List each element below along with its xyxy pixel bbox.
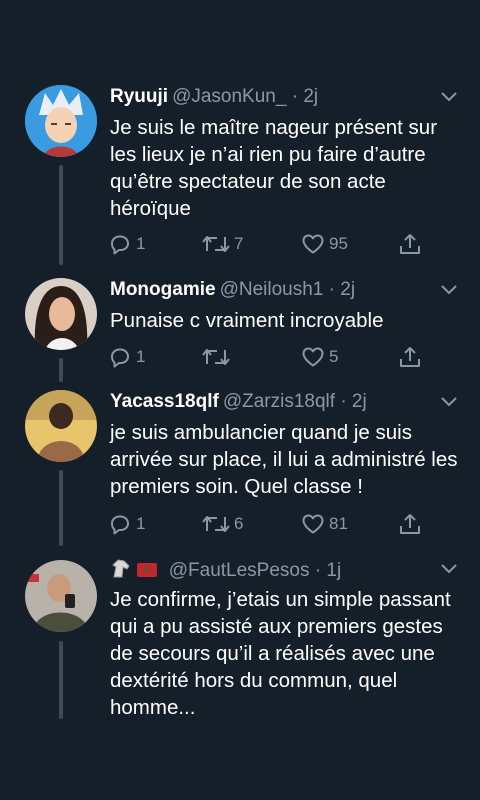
chevron-down-icon[interactable] [440, 91, 458, 103]
display-name[interactable] [110, 559, 157, 580]
chevron-down-icon[interactable] [440, 396, 458, 408]
tweet-actions: 1 7 95 [108, 231, 438, 257]
username[interactable]: @FautLesPesos [169, 560, 310, 581]
reply-button[interactable]: 1 [108, 231, 145, 257]
like-button[interactable]: 81 [301, 511, 348, 537]
display-name[interactable]: Yacass18qlf [110, 391, 219, 412]
retweet-button[interactable]: 7 [202, 231, 243, 257]
share-button[interactable] [398, 344, 422, 370]
tweet-header: Ryuuji @JasonKun_ · 2j [110, 85, 440, 109]
tweet-actions: 1 5 [108, 344, 438, 370]
heart-icon [301, 232, 325, 256]
reply-icon [108, 345, 132, 369]
username[interactable]: @JasonKun_ [172, 86, 286, 107]
timestamp: · 2j [328, 279, 356, 300]
tweet-text: Punaise c vraiment incroyable [110, 309, 384, 332]
avatar[interactable] [25, 278, 97, 350]
retweet-icon [202, 232, 230, 256]
like-button[interactable]: 5 [301, 344, 338, 370]
morocco-flag-icon [136, 563, 157, 577]
like-button[interactable]: 95 [301, 231, 348, 257]
heart-icon [301, 512, 325, 536]
timestamp: · 2j [340, 391, 367, 412]
reply-count: 1 [136, 347, 146, 366]
tweet-header: Monogamie @Neiloush1 · 2j [110, 278, 440, 302]
username[interactable]: @Zarzis18qlf [223, 391, 335, 412]
share-button[interactable] [398, 511, 422, 537]
display-name[interactable]: Ryuuji [110, 86, 168, 107]
retweet-count: 7 [234, 234, 244, 253]
reply-button[interactable]: 1 [108, 511, 145, 537]
avatar[interactable] [25, 390, 97, 462]
avatar[interactable] [25, 85, 97, 157]
thread-line [59, 641, 63, 719]
tweet-header: Yacass18qlf @Zarzis18qlf · 2j [110, 390, 440, 414]
tweet[interactable]: @FautLesPesos · 1j Je confirme, j’etais … [0, 557, 480, 800]
like-count: 81 [329, 514, 348, 533]
like-count: 95 [329, 234, 348, 253]
tweet-text: Je confirme, j’etais un simple passant q… [110, 588, 451, 719]
thread-line [59, 358, 63, 382]
timestamp: · 1j [314, 560, 342, 581]
retweet-icon [202, 512, 230, 536]
display-name[interactable]: Monogamie [110, 279, 216, 300]
reply-icon [108, 512, 132, 536]
retweet-button[interactable] [202, 344, 234, 370]
like-count: 5 [329, 347, 339, 366]
tweet-text: Je suis le maître nageur présent sur les… [110, 116, 438, 220]
tweet-header: @FautLesPesos · 1j [110, 557, 440, 586]
thread-line [59, 470, 63, 546]
username[interactable]: @Neiloush1 [220, 279, 324, 300]
heart-icon [301, 345, 325, 369]
tweet[interactable]: Ryuuji @JasonKun_ · 2j Je suis le maître … [0, 85, 480, 270]
chevron-down-icon[interactable] [440, 563, 458, 575]
retweet-icon [202, 345, 230, 369]
share-icon [398, 345, 422, 369]
share-icon [398, 512, 422, 536]
horse-icon [110, 557, 132, 586]
chevron-down-icon[interactable] [440, 284, 458, 296]
tweet-actions: 1 6 81 [108, 511, 438, 537]
retweet-count: 6 [234, 514, 244, 533]
reply-button[interactable]: 1 [108, 344, 145, 370]
share-icon [398, 232, 422, 256]
reply-icon [108, 232, 132, 256]
timestamp: · 2j [291, 86, 319, 107]
tweet[interactable]: Yacass18qlf @Zarzis18qlf · 2j je suis amb… [0, 390, 480, 550]
reply-count: 1 [136, 234, 146, 253]
tweet[interactable]: Monogamie @Neiloush1 · 2j Punaise c vraim… [0, 278, 480, 386]
retweet-button[interactable]: 6 [202, 511, 243, 537]
share-button[interactable] [398, 231, 422, 257]
thread-line [59, 165, 63, 265]
tweet-text: je suis ambulancier quand je suis arrivé… [110, 421, 458, 498]
reply-count: 1 [136, 514, 146, 533]
avatar[interactable] [25, 560, 97, 632]
